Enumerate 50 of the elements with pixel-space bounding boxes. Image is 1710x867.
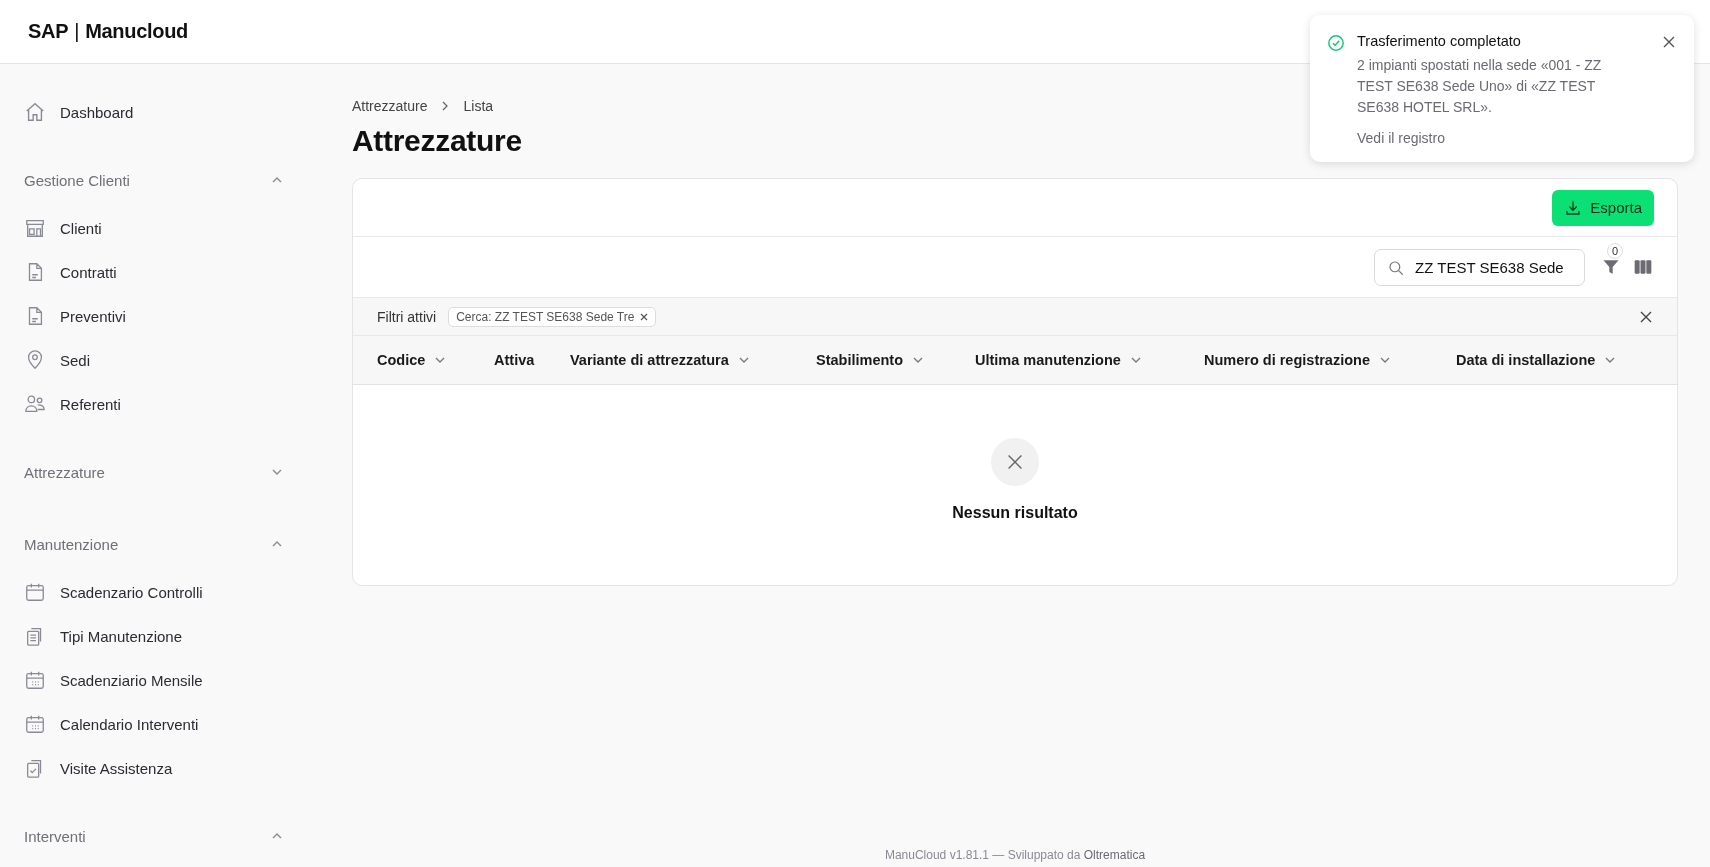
column-header[interactable]: Codice xyxy=(377,352,494,368)
column-header[interactable]: Ultima manutenzione xyxy=(975,352,1204,368)
sidebar-item[interactable]: Scadenziario Mensile xyxy=(24,658,294,702)
sidebar-item[interactable]: Sedi xyxy=(24,338,294,382)
no-results-icon xyxy=(991,438,1039,486)
column-header[interactable]: Variante di attrezzatura xyxy=(570,352,816,368)
sidebar-item[interactable]: Calendario Interventi xyxy=(24,702,294,746)
log-link[interactable]: Vedi il registro xyxy=(1357,130,1650,146)
column-header[interactable]: Attiva xyxy=(494,352,570,368)
empty-message: Nessun risultato xyxy=(952,504,1078,522)
export-button[interactable]: Esporta xyxy=(1552,189,1654,226)
section-header[interactable]: Attrezzature xyxy=(24,450,294,494)
column-header[interactable]: Data di installazione xyxy=(1456,352,1676,368)
filter-count-badge: 0 xyxy=(1606,243,1623,259)
column-header[interactable]: Stabilimento xyxy=(816,352,975,368)
footer-link[interactable]: Oltrematica xyxy=(1083,848,1146,862)
filters-label: Filtri attivi xyxy=(377,308,437,325)
close-icon[interactable] xyxy=(1662,35,1676,49)
sidebar-item[interactable]: Preventivi xyxy=(24,294,294,338)
sidebar-item[interactable]: Scadenzario Controlli xyxy=(24,570,294,614)
section-header[interactable]: Interventi xyxy=(24,814,294,858)
toast-title: Trasferimento completato xyxy=(1357,33,1522,49)
home-icon xyxy=(24,101,46,123)
sidebar-item[interactable]: Dashboard xyxy=(24,90,294,134)
sidebar-item[interactable]: Visite Assistenza xyxy=(24,746,294,790)
sidebar-item[interactable]: Tipi Manutenzione xyxy=(24,614,294,658)
section-header[interactable]: Manutenzione xyxy=(24,522,294,566)
remove-icon[interactable] xyxy=(640,312,649,321)
search-field[interactable]: ZZ TEST SE638 Sede xyxy=(1374,248,1585,286)
search-icon xyxy=(1387,258,1405,277)
download-icon xyxy=(1564,198,1583,217)
filter-chip-label: Cerca: ZZ TEST SE638 Sede Tre xyxy=(456,309,635,324)
toast-message: 2 impianti spostati nella sede «001 - ZZ TEST SE638 Sede Uno» di «ZZ TEST SE638 HOTEL SRL». xyxy=(1357,56,1603,117)
calendar-icon xyxy=(24,713,46,735)
calendar-icon xyxy=(24,581,46,603)
calendar-icon xyxy=(24,669,46,691)
store-icon xyxy=(24,217,46,239)
sidebar-item[interactable]: Contratti xyxy=(24,250,294,294)
success-check-icon xyxy=(1327,34,1345,52)
sidebar-item[interactable]: Referenti xyxy=(24,382,294,426)
close-icon[interactable] xyxy=(1639,309,1653,324)
sidebar-item[interactable]: Clienti xyxy=(24,206,294,250)
section-header[interactable]: Gestione Clienti xyxy=(24,158,294,202)
page-title: Attrezzature xyxy=(352,124,522,158)
column-header[interactable]: Numero di registrazione xyxy=(1204,352,1456,368)
footer-text: ManuCloud v1.81.1 — Sviluppato da Oltrematica xyxy=(883,847,1147,862)
people-icon xyxy=(24,393,46,415)
logo[interactable]: SAP | Manucloud xyxy=(28,20,188,43)
breadcrumb-link[interactable]: Attrezzature xyxy=(352,98,428,114)
breadcrumb-link[interactable]: Lista xyxy=(463,98,494,114)
